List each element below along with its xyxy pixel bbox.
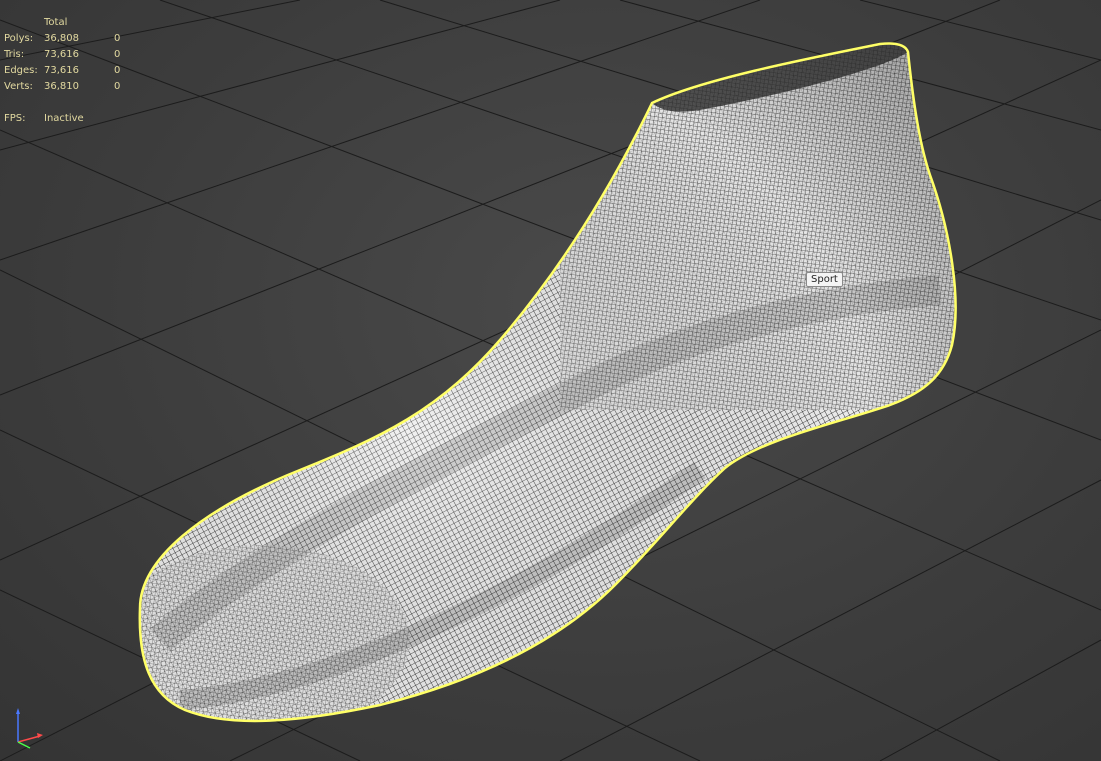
xyz-axis-gizmo-icon <box>16 708 43 749</box>
object-name-tooltip: Sport <box>806 272 843 287</box>
viewport-scene[interactable] <box>0 0 1101 761</box>
3d-viewport[interactable]: Total Polys: 36,808 0 Tris: 73,616 0 Edg… <box>0 0 1101 761</box>
